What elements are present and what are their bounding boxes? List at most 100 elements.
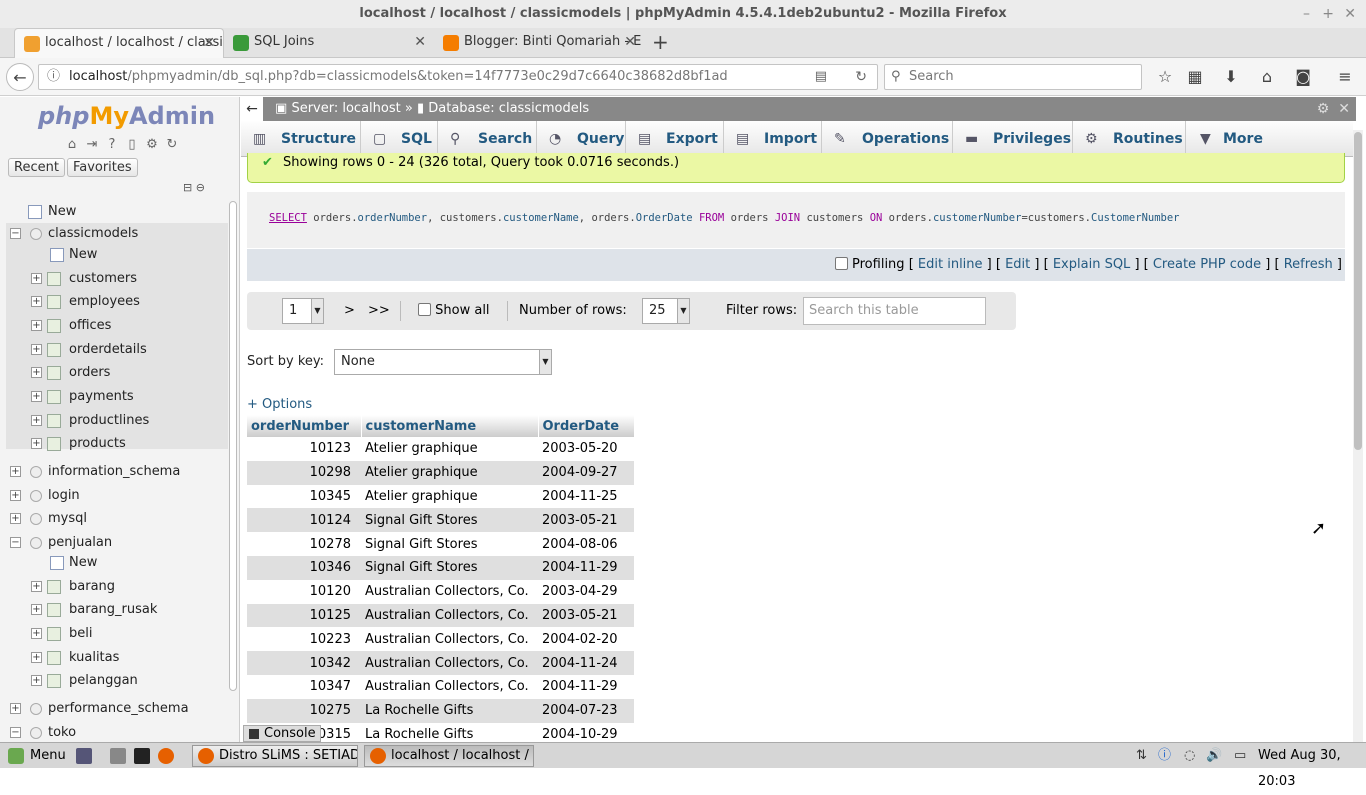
tab-export[interactable]: ▤ Export — [626, 121, 724, 157]
profiling-checkbox[interactable] — [834, 257, 848, 270]
table-cell-orderdate[interactable]: 2004-11-24 — [538, 651, 634, 675]
firefox-launcher-icon[interactable] — [158, 748, 174, 764]
table-row[interactable]: 10123 Atelier graphique 2003-05-20 — [247, 437, 634, 461]
table-cell-customername[interactable]: Australian Collectors, Co. — [361, 627, 538, 652]
tab-privileges[interactable]: ▬ Privileges — [953, 121, 1073, 157]
back-arrow-icon[interactable]: ← — [6, 63, 34, 91]
nav-scrollbar[interactable] — [229, 201, 237, 691]
reload-icon[interactable]: ↻ — [855, 65, 867, 89]
main-scrollbar[interactable] — [1353, 130, 1363, 742]
edit-inline-link[interactable]: Edit inline — [918, 257, 983, 272]
table-cell-ordernumber[interactable]: 10342 — [247, 651, 361, 675]
table-cell-orderdate[interactable]: 2003-05-21 — [538, 508, 634, 533]
expand-icon[interactable]: + — [31, 675, 42, 686]
update-info-icon[interactable]: ⓘ — [1158, 743, 1171, 769]
table-row[interactable]: 10298 Atelier graphique 2004-09-27 — [247, 460, 634, 485]
terminal-icon[interactable] — [134, 748, 150, 764]
table-cell-ordernumber[interactable]: 10346 — [247, 555, 361, 580]
expand-icon[interactable]: + — [10, 466, 21, 477]
table-row[interactable]: 10275 La Rochelle Gifts 2004-07-23 — [247, 698, 634, 723]
tab-blogger[interactable]: Blogger: Binti Qomariah - E ✕ — [434, 28, 644, 58]
table-cell-orderdate[interactable]: 2003-05-20 — [538, 437, 634, 461]
table-cell-customername[interactable]: Atelier graphique — [361, 437, 538, 461]
maximize-button[interactable]: + — [1322, 0, 1334, 28]
expand-icon[interactable]: + — [31, 344, 42, 355]
taskbar-item-phpmyadmin[interactable]: localhost / localhost / ... — [364, 745, 534, 767]
docs-icon[interactable]: ▯ — [124, 137, 140, 153]
expand-icon[interactable]: + — [10, 513, 21, 524]
breadcrumb-server[interactable]: Server: localhost — [291, 101, 400, 116]
table-row[interactable]: 10342 Australian Collectors, Co. 2004-11-2… — [247, 651, 634, 675]
table-row[interactable]: 10278 Signal Gift Stores 2004-08-06 — [247, 532, 634, 556]
last-page-button[interactable]: >> — [368, 292, 390, 330]
table-cell-customername[interactable]: Atelier graphique — [361, 460, 538, 485]
table-cell-customername[interactable]: Signal Gift Stores — [361, 532, 538, 556]
home-icon[interactable]: ⌂ — [64, 137, 80, 153]
taskbar-item-slims[interactable]: Distro SLiMS : SETIAD... — [192, 745, 358, 767]
sort-by-key-select[interactable]: None ▼ — [334, 349, 552, 375]
table-row[interactable]: 10120 Australian Collectors, Co. 2003-04-2… — [247, 579, 634, 604]
table-cell-ordernumber[interactable]: 10278 — [247, 532, 361, 556]
tab-search[interactable]: ⚲ Search — [438, 121, 537, 157]
hamburger-menu-icon[interactable]: ≡ — [1334, 67, 1356, 89]
bookmark-star-icon[interactable]: ☆ — [1154, 67, 1176, 89]
info-icon[interactable]: ⓘ — [47, 65, 60, 89]
url-bar[interactable]: ⓘ localhost/phpmyadmin/db_sql.php?db=cla… — [38, 64, 878, 90]
table-cell-ordernumber[interactable]: 10125 — [247, 603, 361, 628]
collapse-icon[interactable]: − — [10, 228, 21, 239]
expand-icon[interactable]: + — [10, 490, 21, 501]
expand-icon[interactable]: + — [31, 581, 42, 592]
search-input[interactable]: ⚲ Search — [884, 64, 1142, 90]
tab-operations[interactable]: ✎ Operations — [822, 121, 953, 157]
refresh-link[interactable]: Refresh — [1284, 257, 1333, 272]
collapse-all-icon[interactable]: ⊟ ⊖ — [183, 181, 205, 194]
table-cell-ordernumber[interactable]: 10120 — [247, 579, 361, 604]
file-manager-icon[interactable] — [110, 748, 126, 764]
table-row[interactable]: 10125 Australian Collectors, Co. 2003-05-2… — [247, 603, 634, 628]
page-select[interactable]: 1 ▼ — [282, 298, 324, 324]
favorites-tab[interactable]: Favorites — [66, 158, 138, 177]
tab-routines[interactable]: ⚙ Routines — [1073, 121, 1186, 157]
table-cell-ordernumber[interactable]: 10345 — [247, 484, 361, 509]
table-cell-ordernumber[interactable]: 10298 — [247, 460, 361, 485]
console-tab[interactable]: Console — [243, 725, 321, 742]
explain-sql-link[interactable]: Explain SQL — [1053, 257, 1130, 272]
filter-rows-input[interactable]: Search this table — [803, 297, 986, 325]
table-cell-customername[interactable]: Australian Collectors, Co. — [361, 674, 538, 699]
settings-gear-icon[interactable]: ⚙ — [144, 137, 160, 153]
table-cell-customername[interactable]: Signal Gift Stores — [361, 508, 538, 533]
new-tab-button[interactable]: + — [652, 28, 669, 56]
help-icon[interactable]: ? — [104, 137, 120, 153]
expand-icon[interactable]: + — [31, 391, 42, 402]
close-window-button[interactable]: ✕ — [1344, 0, 1356, 28]
clock[interactable]: Wed Aug 30, 20:03 — [1258, 743, 1366, 795]
table-row[interactable]: 10347 Australian Collectors, Co. 2004-11-2… — [247, 674, 634, 699]
table-cell-customername[interactable]: Atelier graphique — [361, 484, 538, 509]
breadcrumb-database[interactable]: Database: classicmodels — [428, 101, 589, 116]
table-cell-orderdate[interactable]: 2004-11-25 — [538, 484, 634, 509]
sql-keyword[interactable]: SELECT — [269, 212, 307, 224]
expand-icon[interactable]: + — [31, 628, 42, 639]
show-all-checkbox[interactable] — [418, 303, 431, 316]
collapse-icon[interactable]: − — [10, 537, 21, 548]
table-cell-orderdate[interactable]: 2004-07-23 — [538, 698, 634, 723]
expand-icon[interactable]: + — [31, 604, 42, 615]
table-cell-orderdate[interactable]: 2004-02-20 — [538, 627, 634, 652]
table-cell-ordernumber[interactable]: 10347 — [247, 674, 361, 699]
volume-icon[interactable]: 🔊 — [1206, 743, 1222, 769]
column-header-ordernumber[interactable]: orderNumber — [247, 415, 362, 437]
edit-link[interactable]: Edit — [1005, 257, 1030, 272]
table-cell-orderdate[interactable]: 2003-04-29 — [538, 579, 634, 604]
network-icon[interactable]: ⇅ — [1136, 743, 1147, 769]
table-row[interactable]: 10223 Australian Collectors, Co. 2004-02-2… — [247, 627, 634, 652]
table-cell-ordernumber[interactable]: 10223 — [247, 627, 361, 652]
column-header-customername[interactable]: customerName — [361, 415, 539, 437]
expand-icon[interactable]: + — [31, 320, 42, 331]
tab-close-icon[interactable]: ✕ — [203, 29, 215, 57]
close-panel-icon[interactable]: ✕ — [1338, 101, 1350, 117]
next-page-button[interactable]: > — [344, 292, 355, 330]
tab-structure[interactable]: ▥ Structure — [241, 121, 361, 157]
minimize-button[interactable]: – — [1303, 0, 1310, 28]
reader-view-icon[interactable]: ▤ — [815, 65, 827, 89]
download-icon[interactable]: ⬇ — [1220, 67, 1242, 89]
